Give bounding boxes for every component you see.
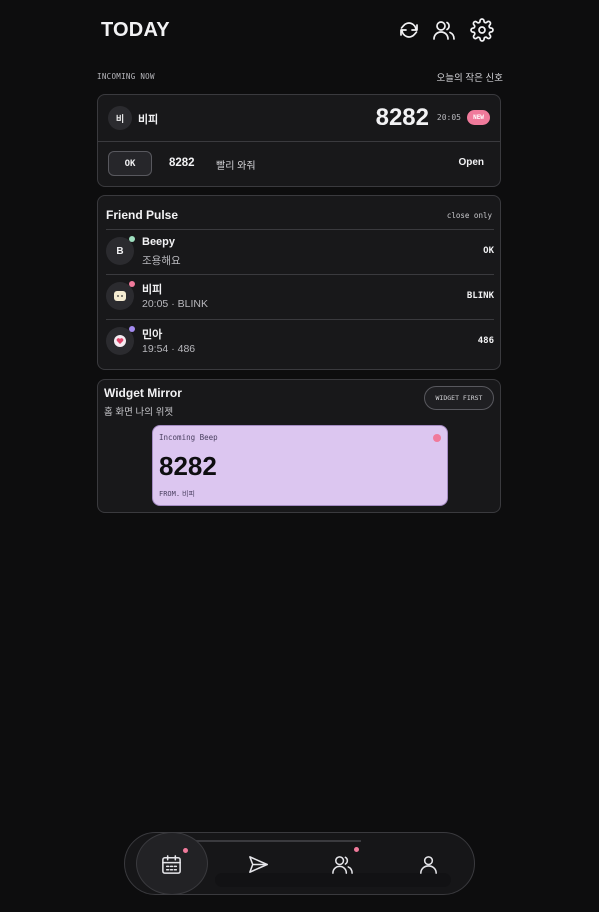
settings-icon[interactable] — [469, 17, 495, 43]
presence-dot — [129, 326, 135, 332]
friends-icon[interactable] — [329, 851, 355, 877]
friend-status: BLINK — [466, 291, 494, 301]
presence-dot — [129, 236, 135, 242]
bottom-nav — [124, 832, 475, 895]
widget-from-name: 비피 — [182, 491, 195, 498]
sender-name: 비피 — [138, 114, 159, 126]
presence-dot — [129, 281, 135, 287]
send-icon[interactable] — [245, 851, 271, 877]
friend-sub: 20:05 · BLINK — [142, 298, 208, 310]
friend-pulse-card: Friend Pulse close only B Beepy 조용해요 OK … — [97, 195, 501, 370]
friend-status: 486 — [477, 336, 494, 346]
friend-pulse-title: Friend Pulse — [106, 208, 179, 222]
friend-name: 민아 — [142, 329, 163, 341]
widget-preview[interactable]: Incoming Beep 8282 FROM. 비피 — [152, 425, 448, 506]
incoming-beep-actions: OK 8282 빨리 와줘 Open — [98, 142, 500, 186]
message-text: 빨리 와줘 — [216, 161, 256, 172]
widget-dot — [433, 434, 441, 442]
section-label: INCOMING NOW — [97, 72, 155, 81]
incoming-beep-header: 비 비피 8282 20:05 NEW — [98, 95, 500, 142]
notification-dot — [183, 848, 188, 853]
friend-sub: 조용해요 — [142, 255, 181, 267]
widget-label: Incoming Beep — [159, 433, 218, 442]
friends-icon[interactable] — [431, 17, 457, 43]
friend-name: Beepy — [142, 236, 176, 248]
filter-toggle[interactable]: close only — [447, 211, 492, 220]
widget-first-button[interactable]: WIDGET FIRST — [424, 386, 494, 410]
list-item[interactable]: B Beepy 조용해요 OK — [106, 229, 494, 274]
widget-from-label: FROM. — [159, 490, 181, 498]
calendar-icon[interactable] — [158, 851, 184, 877]
message-code: 8282 — [169, 157, 195, 169]
friend-sub: 19:54 · 486 — [142, 343, 196, 355]
refresh-icon[interactable] — [396, 17, 422, 43]
open-button[interactable]: Open — [458, 157, 484, 168]
friend-status: OK — [483, 246, 494, 256]
beep-time: 20:05 — [436, 113, 461, 122]
widget-mirror-subtitle: 홈 화면 나의 위젯 — [104, 407, 174, 418]
widget-mirror-card: Widget Mirror 홈 화면 나의 위젯 WIDGET FIRST In… — [97, 379, 501, 513]
page-title: TODAY — [101, 19, 170, 41]
incoming-section-header: INCOMING NOW 오늘의 작은 신호 — [97, 70, 503, 84]
widget-from: FROM. 비피 — [159, 489, 195, 499]
widget-mirror-title: Widget Mirror — [104, 386, 182, 400]
new-badge: NEW — [467, 110, 490, 125]
list-item[interactable]: 비피 20:05 · BLINK BLINK — [106, 274, 494, 319]
section-tagline: 오늘의 작은 신호 — [436, 73, 503, 84]
notification-dot — [354, 847, 359, 852]
list-item[interactable]: 민아 19:54 · 486 486 — [106, 319, 494, 364]
ok-button[interactable]: OK — [108, 151, 152, 176]
widget-code: 8282 — [159, 451, 217, 481]
avatar: 비 — [108, 106, 132, 130]
friend-name: 비피 — [142, 284, 163, 296]
profile-icon[interactable] — [415, 851, 441, 877]
beep-code: 8282 — [375, 104, 429, 131]
top-bar: TODAY — [101, 17, 501, 45]
incoming-beep-card[interactable]: 비 비피 8282 20:05 NEW OK 8282 빨리 와줘 Open — [97, 94, 501, 187]
